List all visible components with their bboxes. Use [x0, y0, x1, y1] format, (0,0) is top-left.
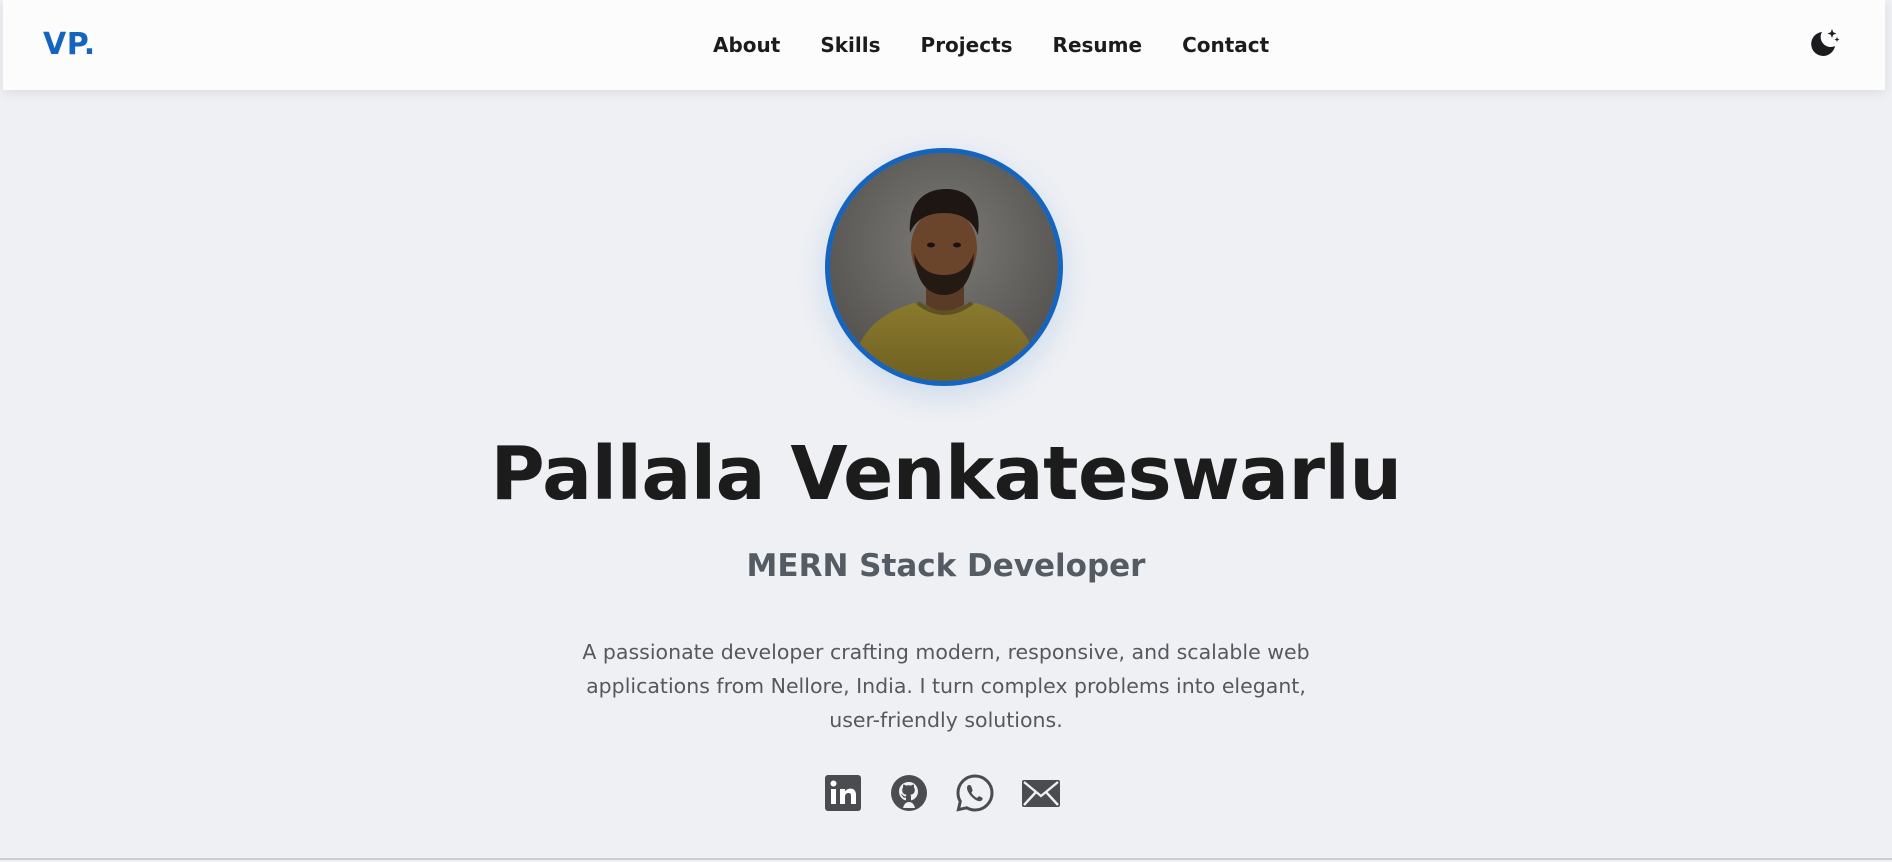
hero-description: A passionate developer crafting modern, … — [582, 640, 1310, 732]
nav-links: About Skills Projects Resume Contact — [713, 30, 1269, 60]
nav-link-about[interactable]: About — [713, 30, 780, 60]
whatsapp-link[interactable] — [955, 773, 995, 813]
github-icon — [891, 775, 927, 811]
mail-icon — [1022, 780, 1060, 807]
social-links — [823, 773, 1061, 813]
nav-link-skills[interactable]: Skills — [820, 30, 880, 60]
nav-link-resume[interactable]: Resume — [1053, 30, 1143, 60]
nav-link-contact[interactable]: Contact — [1182, 30, 1269, 60]
profile-photo — [830, 153, 1058, 381]
moon-stars-icon — [1811, 29, 1840, 56]
hero-section: Pallala Venkateswarlu MERN Stack Develop… — [0, 90, 1892, 858]
linkedin-link[interactable] — [823, 773, 863, 813]
email-link[interactable] — [1021, 773, 1061, 813]
avatar — [825, 148, 1063, 386]
navbar: VP. About Skills Projects Resume Contact — [3, 0, 1885, 90]
page-divider — [0, 858, 1892, 860]
github-link[interactable] — [889, 773, 929, 813]
whatsapp-icon — [956, 774, 994, 812]
logo[interactable]: VP. — [43, 27, 96, 62]
nav-link-projects[interactable]: Projects — [921, 30, 1013, 60]
hero-name: Pallala Venkateswarlu — [490, 431, 1402, 517]
hero-role: MERN Stack Developer — [746, 548, 1146, 584]
theme-toggle-button[interactable] — [1807, 26, 1841, 60]
linkedin-icon — [825, 775, 861, 811]
